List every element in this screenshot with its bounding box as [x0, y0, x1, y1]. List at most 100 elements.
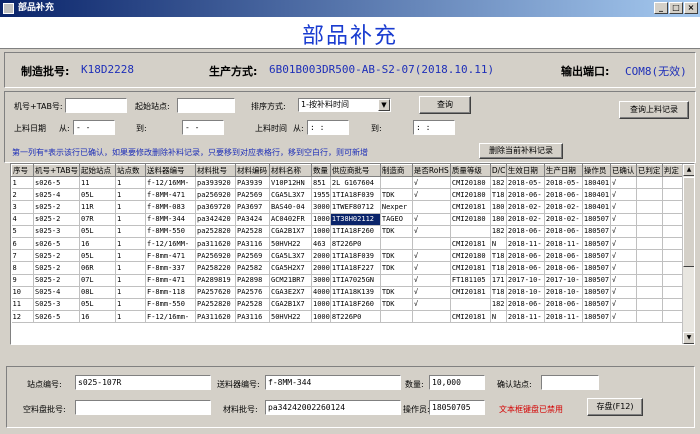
table-cell[interactable]: √ — [610, 188, 637, 202]
table-cell[interactable]: √ — [610, 176, 637, 190]
table-cell[interactable]: 1000 — [311, 225, 331, 238]
column-header[interactable]: D/C — [489, 164, 507, 177]
table-cell[interactable]: √ — [610, 200, 637, 214]
table-cell[interactable]: 182 — [490, 176, 507, 190]
table-cell[interactable]: 50HVH22 — [269, 310, 312, 324]
table-cell[interactable]: f-8MM-471 — [145, 188, 196, 202]
table-cell[interactable]: 2018-05- — [544, 176, 583, 190]
table-cell[interactable]: PA2576 — [235, 286, 270, 299]
table-cell[interactable]: CMI20180 — [450, 188, 491, 202]
table-cell[interactable]: 8T226P0 — [330, 310, 381, 324]
table-cell[interactable]: 2018-02- — [506, 213, 545, 226]
table-cell[interactable]: 2018-11- — [506, 310, 545, 324]
table-row[interactable]: 8 S025-2 06R 1 F-8mm-337 PA258220 PA2582 CGA5H2… — [11, 261, 683, 275]
table-cell[interactable]: f-12/16MM- — [145, 176, 196, 190]
table-cell[interactable]: 180 — [490, 213, 507, 226]
table-cell[interactable]: √ — [412, 249, 451, 263]
table-cell[interactable]: 16 — [79, 310, 116, 324]
table-cell[interactable]: 4 — [11, 213, 34, 226]
confirm-station-input[interactable] — [541, 375, 599, 390]
table-cell[interactable]: 7 — [11, 249, 34, 263]
table-cell[interactable]: PA3424 — [235, 213, 270, 226]
table-cell[interactable]: PA252820 — [195, 298, 236, 312]
date-to-input[interactable]: - - — [182, 120, 224, 135]
table-cell[interactable]: TDK — [380, 286, 413, 299]
table-cell[interactable]: PA2898 — [235, 274, 270, 287]
table-cell[interactable]: PA2582 — [235, 261, 270, 275]
table-cell[interactable] — [636, 261, 663, 275]
table-cell[interactable]: 2018-06- — [506, 225, 545, 238]
table-cell[interactable]: s026-5 — [33, 176, 80, 190]
table-cell[interactable]: 05L — [79, 298, 116, 312]
table-cell[interactable]: f-8MM-344 — [145, 213, 196, 226]
table-cell[interactable]: TAGEO — [380, 213, 413, 226]
table-cell[interactable]: 3000 — [311, 274, 331, 287]
table-cell[interactable]: f-8MM-550 — [145, 225, 196, 238]
table-cell[interactable] — [380, 310, 413, 324]
table-cell[interactable]: F-8mm-550 — [145, 298, 196, 312]
table-cell[interactable]: √ — [610, 249, 637, 263]
table-cell[interactable]: 11 — [79, 176, 116, 190]
table-cell[interactable]: pa342420 — [195, 213, 236, 226]
table-cell[interactable]: PA2528 — [235, 298, 270, 312]
table-cell[interactable]: 180507 — [582, 249, 611, 263]
column-header[interactable]: 制造商 — [379, 164, 413, 177]
table-cell[interactable]: 1 — [115, 298, 146, 312]
table-cell[interactable]: 2018-06- — [544, 261, 583, 275]
station-input[interactable]: s025-107R — [75, 375, 211, 390]
table-cell[interactable]: 2018-11- — [544, 310, 583, 324]
table-cell[interactable]: 1 — [115, 237, 146, 251]
table-cell[interactable]: pa256920 — [195, 188, 236, 202]
time-from-input[interactable]: : : — [307, 120, 349, 135]
scroll-up-icon[interactable]: ▲ — [683, 164, 694, 176]
query-button[interactable]: 查询 — [419, 96, 471, 114]
column-header[interactable]: 数量 — [311, 164, 331, 177]
table-cell[interactable] — [636, 200, 663, 214]
table-cell[interactable]: 463 — [311, 237, 331, 251]
table-cell[interactable]: 2018-11- — [506, 237, 545, 251]
table-cell[interactable] — [662, 176, 683, 190]
table-cell[interactable]: 1 — [115, 225, 146, 238]
table-cell[interactable]: √ — [610, 261, 637, 275]
table-cell[interactable]: 4000 — [311, 286, 331, 299]
table-cell[interactable]: CMI20181 — [450, 200, 491, 214]
table-cell[interactable]: CGA3E2X7 — [269, 286, 312, 299]
column-header[interactable]: 材料编码 — [235, 164, 270, 177]
table-cell[interactable]: 12 — [11, 310, 34, 324]
table-cell[interactable]: S025-3 — [33, 298, 80, 312]
table-cell[interactable]: 180507 — [582, 298, 611, 312]
table-cell[interactable]: CMI20181 — [450, 237, 491, 251]
table-cell[interactable]: 07R — [79, 213, 116, 226]
table-cell[interactable]: CGA2B1X7 — [269, 298, 312, 312]
query-records-button[interactable]: 查询上料记录 — [619, 101, 689, 119]
table-cell[interactable]: S025-2 — [33, 261, 80, 275]
table-cell[interactable]: 180507 — [582, 261, 611, 275]
table-cell[interactable] — [662, 310, 683, 324]
table-cell[interactable] — [662, 213, 683, 226]
column-header[interactable]: 生效日期 — [505, 164, 545, 177]
table-cell[interactable]: √ — [412, 213, 451, 226]
table-cell[interactable]: pa393920 — [195, 176, 236, 190]
table-cell[interactable]: AC0402FR — [269, 213, 312, 226]
vertical-scrollbar[interactable]: ▲ ▼ — [682, 164, 694, 344]
table-cell[interactable]: 1 — [115, 200, 146, 214]
table-row[interactable]: 9 S025-2 07L 1 F-8mm-471 PA289819 PA2898 GCM21B… — [11, 274, 683, 287]
table-cell[interactable] — [636, 237, 663, 251]
table-row[interactable]: 3 s025-2 11R 1 f-8MM-083 pa369720 PA3697 BAS40-… — [11, 200, 683, 214]
table-cell[interactable]: 1T38H02112 — [330, 213, 381, 226]
table-cell[interactable]: T18 — [490, 188, 507, 202]
table-row[interactable]: 10 S025-4 08L 1 F-8mm-118 PA257620 PA2576 CGA3E… — [11, 286, 683, 299]
table-cell[interactable]: PA3697 — [235, 200, 270, 214]
table-cell[interactable]: 180507 — [582, 286, 611, 299]
machine-input[interactable] — [65, 98, 127, 113]
table-cell[interactable] — [636, 188, 663, 202]
table-cell[interactable]: CMI20181 — [450, 286, 491, 299]
table-cell[interactable]: 16 — [79, 237, 116, 251]
table-cell[interactable]: s025-2 — [33, 213, 80, 226]
table-cell[interactable]: 180401 — [582, 200, 611, 214]
table-cell[interactable]: 2018-06- — [544, 249, 583, 263]
table-cell[interactable] — [380, 274, 413, 287]
table-cell[interactable]: 2017-10- — [544, 274, 583, 287]
table-cell[interactable]: √ — [412, 261, 451, 275]
table-cell[interactable]: 171 — [490, 274, 507, 287]
